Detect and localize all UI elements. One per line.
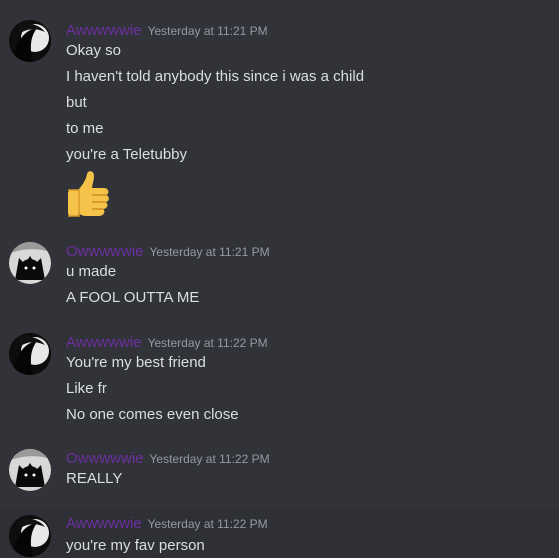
message-text: No one comes even close	[66, 406, 239, 423]
message-text: you're my fav person	[66, 537, 205, 554]
message-text: You're my best friend	[66, 354, 206, 371]
owwwwwie-avatar-icon	[9, 242, 51, 284]
message-text: REALLY	[66, 470, 123, 487]
message-group: Owwwwwie Yesterday at 11:22 PM REALLY	[0, 438, 559, 506]
timestamp: Yesterday at 11:22 PM	[149, 452, 270, 466]
awwwwwie-avatar-icon	[9, 20, 51, 62]
owwwwwie-avatar-icon	[9, 449, 51, 491]
awwwwwie-avatar-icon	[9, 333, 51, 375]
message-text: u made	[66, 263, 117, 280]
avatar[interactable]	[9, 515, 51, 557]
avatar[interactable]	[9, 333, 51, 375]
awwwwwie-avatar-icon	[9, 515, 51, 557]
username[interactable]: Awwwwwie	[66, 515, 142, 532]
thumbs-up-icon	[64, 168, 116, 220]
message-group: Owwwwwie Yesterday at 11:21 PM u made A F…	[0, 240, 559, 322]
username[interactable]: Owwwwwie	[66, 450, 144, 467]
timestamp: Yesterday at 11:21 PM	[149, 245, 270, 259]
message-text: I haven't told anybody this since i was …	[66, 68, 365, 85]
message-text: A FOOL OUTTA ME	[66, 289, 200, 306]
username[interactable]: Awwwwwie	[66, 22, 142, 39]
username[interactable]: Awwwwwie	[66, 334, 142, 351]
timestamp: Yesterday at 11:22 PM	[147, 517, 268, 531]
message-text: Like fr	[66, 380, 107, 397]
avatar[interactable]	[9, 20, 51, 62]
avatar[interactable]	[9, 449, 51, 491]
timestamp: Yesterday at 11:21 PM	[147, 24, 268, 38]
avatar[interactable]	[9, 242, 51, 284]
message-text: Okay so	[66, 42, 122, 59]
message-group: Awwwwwie Yesterday at 11:21 PM Okay so I …	[0, 0, 559, 240]
message-group: Awwwwwie Yesterday at 11:22 PM you're my …	[0, 508, 559, 558]
message-text: to me	[66, 120, 104, 137]
message-group: Awwwwwie Yesterday at 11:22 PM You're my …	[0, 322, 559, 438]
username[interactable]: Owwwwwie	[66, 243, 144, 260]
message-text: you're a Teletubby	[66, 146, 188, 163]
message-text: but	[66, 94, 87, 111]
timestamp: Yesterday at 11:22 PM	[147, 336, 268, 350]
